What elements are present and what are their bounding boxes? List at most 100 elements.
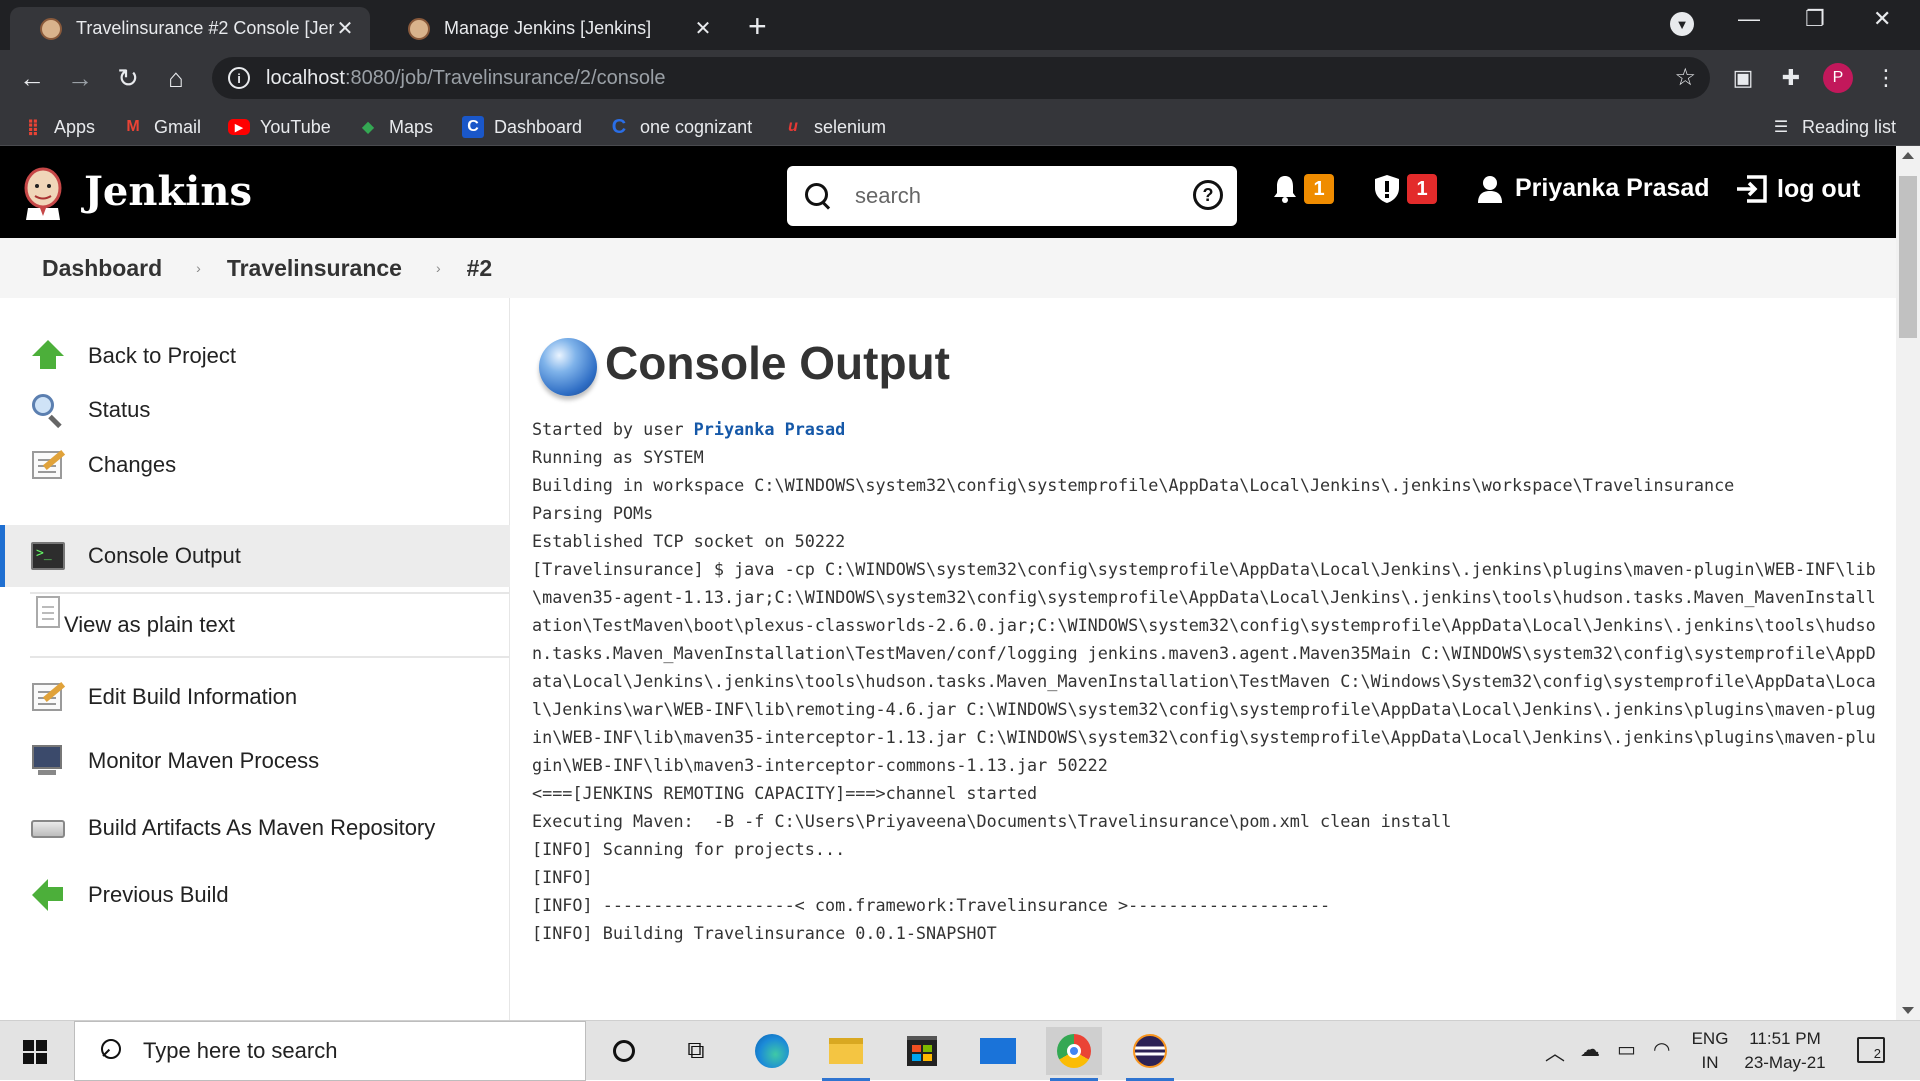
breadcrumb-dashboard[interactable]: Dashboard bbox=[42, 255, 162, 282]
task-console-output[interactable]: Console Output bbox=[0, 525, 510, 587]
task-previous-build[interactable]: Previous Build bbox=[0, 864, 510, 926]
eclipse-icon[interactable] bbox=[1122, 1027, 1178, 1081]
breadcrumb: Dashboard › Travelinsurance › #2 bbox=[0, 238, 1896, 298]
show-hidden-icons-icon[interactable]: ︿ bbox=[1545, 1037, 1565, 1066]
main-panel: Console Output Started by user Priyanka … bbox=[511, 298, 1896, 1020]
back-icon[interactable]: ← bbox=[14, 60, 50, 96]
notepad-icon bbox=[30, 679, 66, 715]
tab-search-dropdown-icon[interactable]: ▼ bbox=[1670, 12, 1694, 36]
search-input[interactable] bbox=[855, 183, 1185, 209]
jenkins-title[interactable]: Jenkins bbox=[84, 168, 252, 215]
tab-console[interactable]: Travelinsurance #2 Console [Jenk ✕ bbox=[10, 7, 370, 50]
microsoft-store-icon[interactable] bbox=[894, 1027, 950, 1075]
jenkins-favicon-icon bbox=[40, 17, 62, 40]
bookmark-selenium[interactable]: u selenium bbox=[782, 114, 886, 140]
notifications-button[interactable]: 1 bbox=[1272, 174, 1334, 204]
reload-icon[interactable]: ↻ bbox=[110, 60, 146, 96]
task-changes[interactable]: Changes bbox=[0, 434, 510, 496]
bookmark-maps[interactable]: ◆ Maps bbox=[357, 114, 433, 140]
browser-menu-icon[interactable]: ⋮ bbox=[1872, 64, 1900, 92]
new-tab-icon[interactable]: + bbox=[748, 8, 767, 45]
bookmark-youtube[interactable]: ▶ YouTube bbox=[228, 114, 331, 140]
task-edit-build-information[interactable]: Edit Build Information bbox=[0, 666, 510, 728]
chrome-taskbar-icon[interactable] bbox=[1046, 1027, 1102, 1081]
forward-icon[interactable]: → bbox=[62, 60, 98, 96]
taskbar-clock[interactable]: 11:51 PM 23-May-21 bbox=[1740, 1027, 1830, 1075]
bookmark-apps[interactable]: ⣿ Apps bbox=[22, 114, 95, 140]
user-icon bbox=[1478, 175, 1502, 203]
jenkins-butler-logo-icon[interactable] bbox=[22, 166, 64, 220]
task-view-as-plain-text[interactable]: View as plain text bbox=[30, 592, 510, 658]
security-badge: 1 bbox=[1407, 174, 1437, 204]
scroll-thumb[interactable] bbox=[1899, 176, 1917, 338]
chevron-right-icon[interactable]: › bbox=[196, 260, 201, 276]
breadcrumb-travelinsurance[interactable]: Travelinsurance bbox=[227, 255, 402, 282]
chevron-right-icon[interactable]: › bbox=[436, 260, 441, 276]
reading-list-icon: ☰ bbox=[1773, 119, 1789, 136]
task-build-artifacts-maven-repo[interactable]: Build Artifacts As Maven Repository bbox=[0, 797, 510, 859]
bookmarks-bar: ⣿ Apps M Gmail ▶ YouTube ◆ Maps C Dashbo… bbox=[0, 106, 1920, 146]
home-icon[interactable]: ⌂ bbox=[158, 60, 194, 96]
shield-icon bbox=[1375, 175, 1399, 203]
url-text[interactable]: localhost:8080/job/Travelinsurance/2/con… bbox=[266, 67, 666, 90]
task-view-icon[interactable]: ⧉ bbox=[668, 1027, 724, 1075]
build-status-ball-icon bbox=[539, 338, 597, 396]
magnifier-icon bbox=[30, 392, 66, 429]
task-monitor-maven-process[interactable]: Monitor Maven Process bbox=[0, 730, 510, 792]
bookmark-star-icon[interactable]: ☆ bbox=[1674, 63, 1696, 92]
user-link[interactable]: Priyanka Prasad bbox=[1477, 174, 1710, 203]
battery-icon[interactable]: ▭ bbox=[1617, 1037, 1636, 1062]
left-arrow-icon bbox=[30, 877, 66, 913]
console-output-text: Started by user Priyanka Prasad Running … bbox=[532, 419, 1876, 943]
minimize-icon[interactable]: — bbox=[1738, 6, 1760, 32]
help-icon[interactable]: ? bbox=[1193, 180, 1223, 210]
language-indicator[interactable]: ENG IN bbox=[1690, 1027, 1730, 1075]
restore-icon[interactable]: ❐ bbox=[1805, 6, 1825, 32]
console-log: Running as SYSTEM Building in workspace … bbox=[532, 447, 1876, 943]
browser-tab-strip: Travelinsurance #2 Console [Jenk ✕ Manag… bbox=[0, 0, 1920, 50]
logout-button[interactable]: log out bbox=[1735, 174, 1860, 204]
jenkins-header: Jenkins ? 1 1 Priyanka Prasad log o bbox=[0, 146, 1896, 238]
security-button[interactable]: 1 bbox=[1373, 174, 1437, 204]
close-window-icon[interactable]: ✕ bbox=[1873, 6, 1891, 32]
terminal-icon bbox=[30, 538, 66, 574]
drive-icon bbox=[30, 810, 66, 846]
maps-icon: ◆ bbox=[361, 119, 375, 136]
scroll-down-icon[interactable] bbox=[1902, 1007, 1914, 1014]
page-title: Console Output bbox=[605, 337, 950, 389]
cognizant-icon: C bbox=[611, 115, 627, 138]
task-back-to-project[interactable]: Back to Project bbox=[0, 325, 510, 387]
up-arrow-icon bbox=[30, 338, 66, 374]
reading-list-button[interactable]: ☰ Reading list bbox=[1770, 114, 1896, 140]
notification-center-icon[interactable]: 2 bbox=[1857, 1037, 1885, 1063]
bookmark-dashboard[interactable]: C Dashboard bbox=[462, 114, 582, 140]
extensions-puzzle-icon[interactable]: ✚ bbox=[1777, 64, 1805, 92]
extension-tab-icon[interactable]: ▣ bbox=[1729, 64, 1757, 92]
bookmark-one-cognizant[interactable]: C one cognizant bbox=[608, 114, 752, 140]
bookmark-gmail[interactable]: M Gmail bbox=[122, 114, 201, 140]
close-tab-icon[interactable]: ✕ bbox=[692, 16, 714, 41]
onedrive-cloud-icon[interactable]: ☁ bbox=[1580, 1037, 1600, 1062]
breadcrumb-build-2[interactable]: #2 bbox=[467, 255, 493, 282]
file-explorer-icon[interactable] bbox=[818, 1027, 874, 1081]
mail-icon[interactable] bbox=[970, 1027, 1026, 1075]
task-status[interactable]: Status bbox=[0, 379, 510, 441]
edge-browser-icon[interactable] bbox=[744, 1027, 800, 1075]
scroll-up-icon[interactable] bbox=[1902, 152, 1914, 159]
dashboard-c-icon: C bbox=[462, 116, 484, 138]
site-info-icon[interactable]: i bbox=[228, 67, 250, 89]
close-tab-icon[interactable]: ✕ bbox=[334, 16, 356, 41]
logout-icon bbox=[1737, 175, 1767, 203]
taskbar-search-box bbox=[74, 1021, 586, 1081]
wifi-icon[interactable]: ◠ bbox=[1653, 1037, 1670, 1062]
profile-avatar[interactable]: P bbox=[1823, 63, 1853, 93]
windows-start-icon[interactable] bbox=[23, 1040, 47, 1064]
tab-manage-jenkins[interactable]: Manage Jenkins [Jenkins] ✕ bbox=[378, 7, 728, 50]
tab-title: Manage Jenkins [Jenkins] bbox=[444, 18, 652, 38]
started-by-user-link[interactable]: Priyanka Prasad bbox=[694, 419, 846, 439]
page-scrollbar[interactable] bbox=[1896, 146, 1920, 1020]
gmail-icon: M bbox=[126, 118, 140, 135]
taskbar-search-input[interactable] bbox=[143, 1038, 563, 1064]
address-bar[interactable]: i localhost:8080/job/Travelinsurance/2/c… bbox=[212, 57, 1710, 99]
cortana-icon[interactable] bbox=[596, 1027, 652, 1075]
